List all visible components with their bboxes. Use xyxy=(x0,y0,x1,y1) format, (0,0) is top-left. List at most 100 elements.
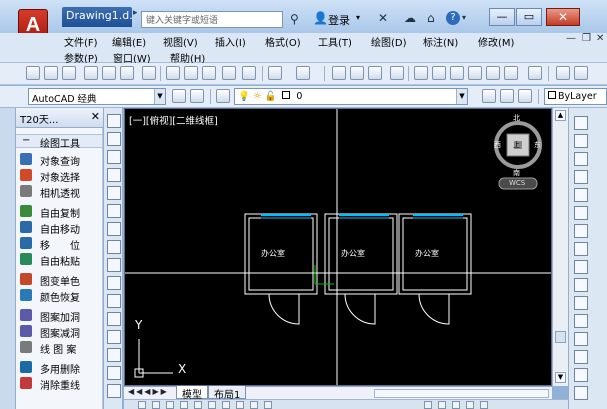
erase-icon[interactable] xyxy=(574,116,588,130)
publish-icon[interactable] xyxy=(120,66,134,80)
tool-palettes-icon[interactable] xyxy=(450,66,464,80)
scroll-up-icon[interactable]: ▲ xyxy=(555,110,566,121)
menu-dimension[interactable]: 标注(N) xyxy=(423,34,458,49)
otrack-icon[interactable] xyxy=(208,401,216,409)
insert-block-icon[interactable] xyxy=(107,312,121,326)
viewcube-south[interactable]: 南 xyxy=(513,168,520,178)
menu-edit[interactable]: 编辑(E) xyxy=(112,34,146,49)
redo-icon[interactable] xyxy=(296,66,310,80)
stretch-icon[interactable] xyxy=(574,260,588,274)
annotation-scale-icon[interactable] xyxy=(424,401,432,409)
markup-icon[interactable] xyxy=(486,66,500,80)
autodesk-360-icon[interactable]: ☁ xyxy=(404,11,416,25)
t20-tool-item[interactable]: 多用删除 xyxy=(16,360,103,376)
construction-line-icon[interactable] xyxy=(107,132,121,146)
print-preview-icon[interactable] xyxy=(102,66,116,80)
isolate-objects-icon[interactable] xyxy=(466,401,474,409)
viewcube-west[interactable]: 西 xyxy=(494,140,501,150)
rotate-icon[interactable] xyxy=(574,224,588,238)
point-icon[interactable] xyxy=(107,348,121,362)
mirror-icon[interactable] xyxy=(574,152,588,166)
t20-tool-item[interactable]: 对象查询 xyxy=(16,152,103,168)
style-dropdown-icon[interactable] xyxy=(574,66,588,80)
3d-print-icon[interactable] xyxy=(142,66,156,80)
polyline-icon[interactable] xyxy=(107,150,121,164)
help-icon[interactable]: ? xyxy=(446,11,460,25)
workspace-select[interactable]: AutoCAD 经典 ▼ xyxy=(28,88,166,105)
close-button[interactable]: ✕ xyxy=(546,8,580,26)
array-icon[interactable] xyxy=(574,188,588,202)
move-icon[interactable] xyxy=(574,206,588,220)
copy-icon[interactable] xyxy=(184,66,198,80)
polygon-icon[interactable] xyxy=(107,168,121,182)
rectangle-icon[interactable] xyxy=(107,186,121,200)
drawing-canvas[interactable]: [一][俯视][二维线框] 办公室 办公室 办公室 Y X 北 南 东 西 上 … xyxy=(124,108,552,386)
binoculars-icon[interactable]: ⚲ xyxy=(290,12,299,26)
lineweight-icon[interactable] xyxy=(250,401,258,409)
offset-icon[interactable] xyxy=(574,170,588,184)
menu-modify[interactable]: 修改(M) xyxy=(478,34,514,49)
design-center-icon[interactable] xyxy=(432,66,446,80)
workspace-toolbar-icon[interactable] xyxy=(190,89,204,103)
chamfer-icon[interactable] xyxy=(574,368,588,382)
stay-connected-icon[interactable]: ⌂ xyxy=(427,11,435,25)
t20-tool-item[interactable]: 颜色恢复 xyxy=(16,288,103,304)
viewcube-north[interactable]: 北 xyxy=(513,113,520,123)
sheet-set-icon[interactable] xyxy=(468,66,482,80)
maximize-button[interactable]: ▭ xyxy=(516,8,542,26)
pan-icon[interactable] xyxy=(332,66,346,80)
menu-tools[interactable]: 工具(T) xyxy=(318,34,352,49)
arc-icon[interactable] xyxy=(107,204,121,218)
block-editor-icon[interactable] xyxy=(242,66,256,80)
transparency-icon[interactable] xyxy=(264,401,272,409)
polar-icon[interactable] xyxy=(180,401,188,409)
viewport-controls-label[interactable]: [一][俯视][二维线框] xyxy=(129,113,218,127)
break-icon[interactable] xyxy=(574,332,588,346)
zoom-previous-icon[interactable] xyxy=(390,66,404,80)
tab-layout1[interactable]: 布局1 xyxy=(208,386,247,401)
clean-screen-icon[interactable] xyxy=(480,401,488,409)
user-icon[interactable]: 👤 xyxy=(313,11,328,25)
menu-format[interactable]: 格式(O) xyxy=(265,34,301,49)
chevron-down-icon[interactable]: ▼ xyxy=(154,89,165,104)
close-icon[interactable]: ✕ xyxy=(91,110,100,123)
properties-icon[interactable] xyxy=(414,66,428,80)
t20-tool-item[interactable]: 自由移动 xyxy=(16,220,103,236)
ellipse-icon[interactable] xyxy=(107,276,121,290)
text-style-icon[interactable] xyxy=(556,66,570,80)
trim-icon[interactable] xyxy=(574,278,588,292)
vertical-scrollbar[interactable]: ▲ ▼ xyxy=(552,108,568,386)
revision-cloud-icon[interactable] xyxy=(107,240,121,254)
tab-overflow-arrow-icon[interactable]: ▸ xyxy=(133,8,138,18)
color-select[interactable]: ByLayer xyxy=(544,88,607,105)
snap-icon[interactable] xyxy=(138,401,146,409)
grid-icon[interactable] xyxy=(152,401,160,409)
t20-tool-item[interactable]: 图变单色 xyxy=(16,272,103,288)
exchange-icon[interactable]: ✕ xyxy=(378,11,388,25)
layer-state-icon[interactable] xyxy=(518,89,532,103)
t20-tool-item[interactable]: 自由复制 xyxy=(16,204,103,220)
match-properties-icon[interactable] xyxy=(222,66,236,80)
doc-minimize-icon[interactable]: — xyxy=(566,33,576,44)
zoom-window-icon[interactable] xyxy=(368,66,382,80)
spline-icon[interactable] xyxy=(107,258,121,272)
viewcube-east[interactable]: 东 xyxy=(534,140,541,150)
menu-file[interactable]: 文件(F) xyxy=(64,34,98,49)
menu-view[interactable]: 视图(V) xyxy=(163,34,198,49)
cut-icon[interactable] xyxy=(166,66,180,80)
ellipse-arc-icon[interactable] xyxy=(107,294,121,308)
circle-icon[interactable] xyxy=(107,222,121,236)
menu-insert[interactable]: 插入(I) xyxy=(215,34,246,49)
wcs-menu[interactable]: WCS xyxy=(509,179,525,187)
make-block-icon[interactable] xyxy=(107,330,121,344)
dyn-icon[interactable] xyxy=(236,401,244,409)
t20-tool-item[interactable]: 图案加洞 xyxy=(16,308,103,324)
scroll-thumb[interactable] xyxy=(555,331,566,343)
ortho-icon[interactable] xyxy=(166,401,174,409)
make-current-layer-icon[interactable] xyxy=(482,89,496,103)
t20-tool-item[interactable]: 图案减洞 xyxy=(16,324,103,340)
break-at-point-icon[interactable] xyxy=(574,314,588,328)
line-icon[interactable] xyxy=(107,114,121,128)
collapse-minus-icon[interactable]: − xyxy=(22,135,30,146)
extend-icon[interactable] xyxy=(574,296,588,310)
